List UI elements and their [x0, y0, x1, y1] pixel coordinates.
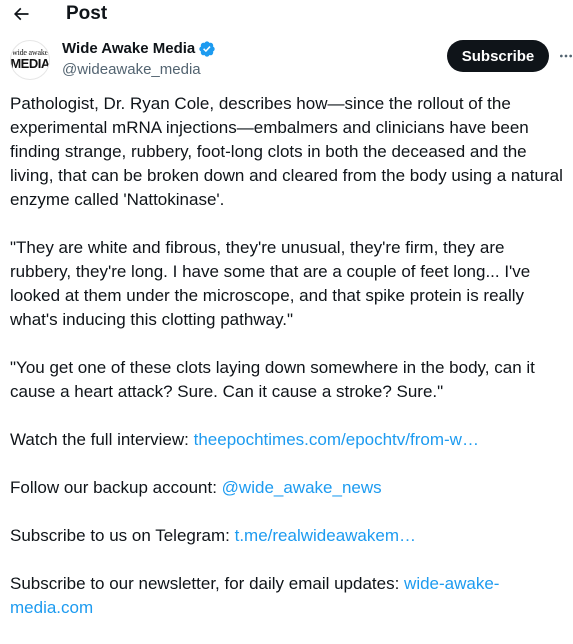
post-paragraph-6: Subscribe to us on Telegram: t.me/realwi…	[10, 524, 566, 548]
top-bar: Post	[0, 0, 573, 30]
author-name-block: Wide Awake Media @wideawake_media	[62, 39, 216, 80]
interview-link[interactable]: theepochtimes.com/epochtv/from-w…	[194, 430, 479, 449]
author-row: wide awake MEDIA Wide Awake Media @widea…	[10, 38, 573, 82]
post-paragraph-3: "You get one of these clots laying down …	[10, 358, 535, 401]
backup-text: Follow our backup account:	[10, 478, 222, 497]
post-paragraph-1: Pathologist, Dr. Ryan Cole, describes ho…	[10, 94, 563, 209]
page-title: Post	[66, 3, 108, 24]
post-paragraph-5: Follow our backup account: @wide_awake_n…	[10, 476, 566, 500]
newsletter-text: Subscribe to our newsletter, for daily e…	[10, 574, 405, 593]
author-display-name[interactable]: Wide Awake Media	[62, 39, 216, 59]
backup-account-link[interactable]: @wide_awake_news	[222, 478, 382, 497]
avatar[interactable]: wide awake MEDIA	[10, 40, 50, 80]
back-arrow-icon[interactable]	[10, 2, 32, 26]
telegram-link[interactable]: t.me/realwideawakem…	[235, 526, 416, 545]
post-text: Pathologist, Dr. Ryan Cole, describes ho…	[10, 92, 566, 644]
author-handle[interactable]: @wideawake_media	[62, 60, 216, 80]
post-paragraph-2: "They are white and fibrous, they're unu…	[10, 238, 531, 329]
verified-badge-icon	[199, 41, 215, 57]
post-paragraph-4: Watch the full interview: theepochtimes.…	[10, 428, 566, 452]
subscribe-button[interactable]: Subscribe	[447, 40, 549, 72]
telegram-text: Subscribe to us on Telegram:	[10, 526, 235, 545]
interview-text: Watch the full interview:	[10, 430, 194, 449]
author-display-name-text: Wide Awake Media	[62, 40, 196, 57]
more-options-icon[interactable]	[557, 46, 573, 66]
avatar-text-main: MEDIA	[10, 56, 50, 71]
post-paragraph-7: Subscribe to our newsletter, for daily e…	[10, 572, 566, 620]
